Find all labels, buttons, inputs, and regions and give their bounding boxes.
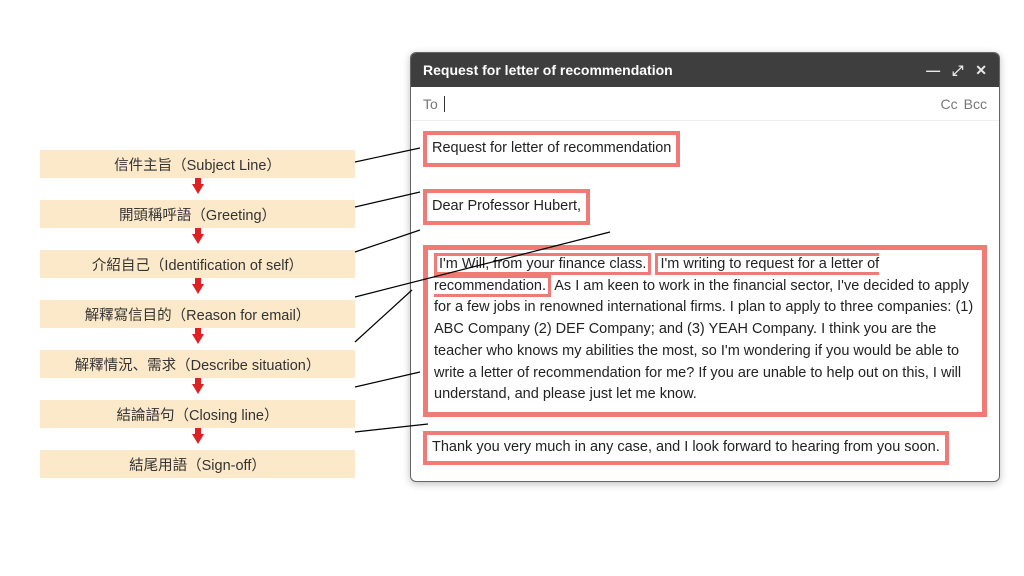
email-compose-window: Request for letter of recommendation — ⤢… (410, 52, 1000, 482)
cc-button[interactable]: Cc (941, 96, 958, 112)
label-describe: 解釋情況、需求（Describe situation） (40, 350, 355, 378)
to-input[interactable] (444, 95, 941, 112)
to-row: To Cc Bcc (411, 87, 999, 121)
bcc-button[interactable]: Bcc (964, 96, 987, 112)
window-title: Request for letter of recommendation (423, 62, 673, 78)
labels-column: 信件主旨（Subject Line） 開頭稱呼語（Greeting） 介紹自己（… (40, 150, 355, 484)
closing-highlight: Thank you very much in any case, and I l… (423, 431, 949, 465)
label-identify: 介紹自己（Identification of self） (40, 250, 355, 278)
paragraph-highlight: I'm Will, from your finance class. I'm w… (423, 245, 987, 417)
window-controls: — ⤢ ✕ (926, 63, 987, 77)
arrow-icon (192, 434, 204, 444)
label-signoff: 結尾用語（Sign-off） (40, 450, 355, 478)
identify-highlight: I'm Will, from your finance class. (434, 253, 651, 275)
email-body[interactable]: Request for letter of recommendation Dea… (411, 121, 999, 482)
arrow-icon (192, 334, 204, 344)
to-label: To (423, 96, 438, 112)
arrow-icon (192, 184, 204, 194)
expand-icon[interactable]: ⤢ (952, 63, 963, 77)
subject-highlight: Request for letter of recommendation (423, 131, 680, 167)
close-icon[interactable]: ✕ (975, 63, 987, 77)
arrow-icon (192, 384, 204, 394)
label-subject: 信件主旨（Subject Line） (40, 150, 355, 178)
window-titlebar: Request for letter of recommendation — ⤢… (411, 53, 999, 87)
label-reason: 解釋寫信目的（Reason for email） (40, 300, 355, 328)
label-closing: 結論語句（Closing line） (40, 400, 355, 428)
greeting-highlight: Dear Professor Hubert, (423, 189, 590, 225)
label-greeting: 開頭稱呼語（Greeting） (40, 200, 355, 228)
arrow-icon (192, 284, 204, 294)
arrow-icon (192, 234, 204, 244)
minimize-icon[interactable]: — (926, 63, 940, 77)
